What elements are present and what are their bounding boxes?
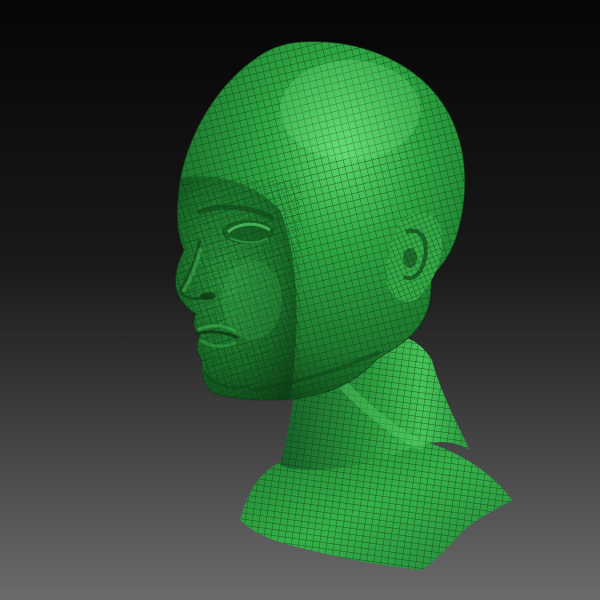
3d-viewport[interactable]: [0, 0, 600, 600]
head-bust-render: [0, 0, 600, 600]
